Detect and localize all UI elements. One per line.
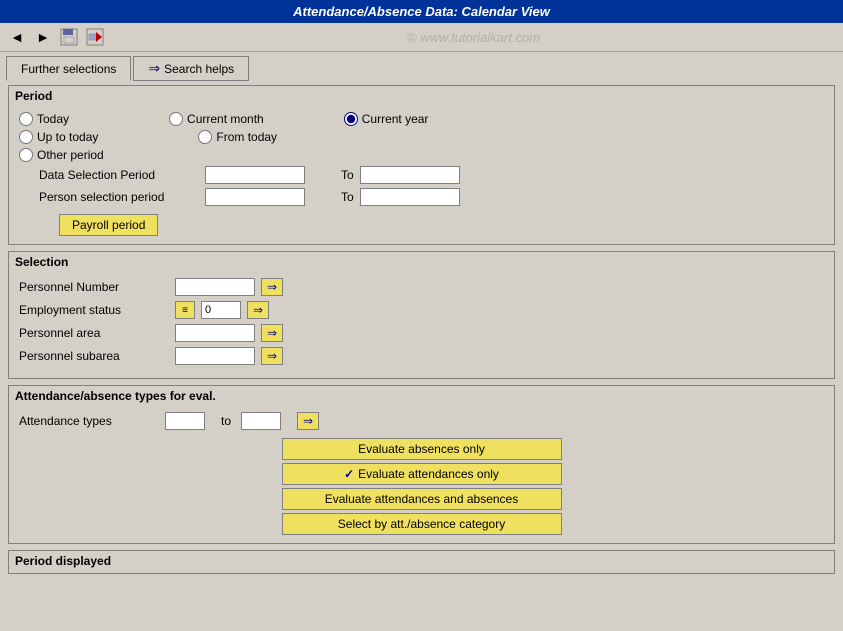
employment-status-icon[interactable]: ≡ <box>175 301 195 319</box>
period-section: Period Today Current month Current year <box>8 85 835 245</box>
tab-search-helps[interactable]: ⇒ Search helps <box>133 56 249 81</box>
personnel-number-row: Personnel Number ⇒ <box>19 278 824 296</box>
employment-status-label: Employment status <box>19 303 169 317</box>
data-selection-to-label: To <box>341 168 354 182</box>
attendance-types-arrow-btn[interactable]: ⇒ <box>297 412 319 430</box>
person-selection-to-input[interactable] <box>360 188 460 206</box>
save-icon[interactable] <box>58 26 80 48</box>
evaluate-attendances-only-label: Evaluate attendances only <box>358 467 499 481</box>
radio-current-year[interactable]: Current year <box>344 112 429 126</box>
period-row-1: Today Current month Current year <box>19 112 824 126</box>
select-by-att-absence-category-label: Select by att./absence category <box>338 517 505 531</box>
radio-current-month[interactable]: Current month <box>169 112 264 126</box>
tab-bar: Further selections ⇒ Search helps <box>0 52 843 81</box>
personnel-area-input[interactable] <box>175 324 255 342</box>
main-content: Period Today Current month Current year <box>0 81 843 582</box>
personnel-area-row: Personnel area ⇒ <box>19 324 824 342</box>
title-bar: Attendance/Absence Data: Calendar View <box>0 0 843 23</box>
radio-up-to-today[interactable]: Up to today <box>19 130 98 144</box>
radio-from-today-label: From today <box>216 130 277 144</box>
person-selection-label: Person selection period <box>39 190 199 204</box>
tab-further-selections-label: Further selections <box>21 62 116 76</box>
period-displayed-title: Period displayed <box>15 554 111 568</box>
period-section-content: Today Current month Current year <box>9 106 834 244</box>
data-selection-row: Data Selection Period To <box>19 166 824 184</box>
attendance-types-label: Attendance types <box>19 414 159 428</box>
radio-other-period[interactable]: Other period <box>19 148 104 162</box>
employment-status-input[interactable] <box>201 301 241 319</box>
data-selection-from-input[interactable] <box>205 166 305 184</box>
personnel-subarea-input[interactable] <box>175 347 255 365</box>
attendance-section-title: Attendance/absence types for eval. <box>9 386 834 406</box>
window-title: Attendance/Absence Data: Calendar View <box>293 4 550 19</box>
employment-status-row: Employment status ≡ ⇒ <box>19 301 824 319</box>
back-icon[interactable]: ◄ <box>6 26 28 48</box>
evaluate-attendances-and-absences-label: Evaluate attendances and absences <box>325 492 518 506</box>
personnel-subarea-row: Personnel subarea ⇒ <box>19 347 824 365</box>
eval-buttons-container: Evaluate absences only ✓ Evaluate attend… <box>19 438 824 535</box>
tab-search-helps-arrow: ⇒ <box>148 60 160 77</box>
payroll-period-button[interactable]: Payroll period <box>59 214 158 236</box>
radio-today-label: Today <box>37 112 69 126</box>
radio-up-to-today-label: Up to today <box>37 130 98 144</box>
radio-up-to-today-input[interactable] <box>19 130 33 144</box>
personnel-subarea-arrow-btn[interactable]: ⇒ <box>261 347 283 365</box>
personnel-area-arrow-btn[interactable]: ⇒ <box>261 324 283 342</box>
forward-icon[interactable]: ► <box>32 26 54 48</box>
evaluate-absences-only-button[interactable]: Evaluate absences only <box>282 438 562 460</box>
evaluate-attendances-and-absences-button[interactable]: Evaluate attendances and absences <box>282 488 562 510</box>
radio-other-period-input[interactable] <box>19 148 33 162</box>
radio-current-month-input[interactable] <box>169 112 183 126</box>
person-selection-row: Person selection period To <box>19 188 824 206</box>
watermark: © www.tutorialkart.com <box>110 30 837 45</box>
attendance-types-from-input[interactable] <box>165 412 205 430</box>
radio-from-today-input[interactable] <box>198 130 212 144</box>
radio-from-today[interactable]: From today <box>198 130 277 144</box>
radio-current-year-label: Current year <box>362 112 429 126</box>
tab-further-selections[interactable]: Further selections <box>6 56 131 81</box>
attendance-types-row: Attendance types to ⇒ <box>19 412 824 430</box>
personnel-number-input[interactable] <box>175 278 255 296</box>
attendance-section: Attendance/absence types for eval. Atten… <box>8 385 835 544</box>
period-row-2: Up to today From today <box>19 130 824 144</box>
personnel-subarea-label: Personnel subarea <box>19 349 169 363</box>
main-window: Attendance/Absence Data: Calendar View ◄… <box>0 0 843 631</box>
radio-current-year-input[interactable] <box>344 112 358 126</box>
personnel-number-label: Personnel Number <box>19 280 169 294</box>
selection-section-title: Selection <box>9 252 834 272</box>
evaluate-attendances-only-button[interactable]: ✓ Evaluate attendances only <box>282 463 562 485</box>
data-selection-label: Data Selection Period <box>39 168 199 182</box>
tab-search-helps-label: Search helps <box>164 62 234 76</box>
evaluate-absences-only-label: Evaluate absences only <box>358 442 485 456</box>
radio-current-month-label: Current month <box>187 112 264 126</box>
toolbar: ◄ ► © www.tutorialkart.com <box>0 23 843 52</box>
data-selection-to-input[interactable] <box>360 166 460 184</box>
radio-other-period-label: Other period <box>37 148 104 162</box>
selection-section-content: Personnel Number ⇒ Employment status ≡ ⇒… <box>9 272 834 378</box>
attendance-types-to-input[interactable] <box>241 412 281 430</box>
period-section-title: Period <box>9 86 834 106</box>
evaluate-attendances-only-checkmark: ✓ <box>344 467 354 481</box>
person-selection-from-input[interactable] <box>205 188 305 206</box>
personnel-area-label: Personnel area <box>19 326 169 340</box>
select-by-att-absence-category-button[interactable]: Select by att./absence category <box>282 513 562 535</box>
payroll-btn-container: Payroll period <box>19 210 824 236</box>
radio-today-input[interactable] <box>19 112 33 126</box>
employment-status-arrow-btn[interactable]: ⇒ <box>247 301 269 319</box>
attendance-section-content: Attendance types to ⇒ Evaluate absences … <box>9 406 834 543</box>
selection-section: Selection Personnel Number ⇒ Employment … <box>8 251 835 379</box>
radio-today[interactable]: Today <box>19 112 69 126</box>
attendance-to-label: to <box>221 414 231 428</box>
exit-icon[interactable] <box>84 26 106 48</box>
period-displayed-section: Period displayed <box>8 550 835 574</box>
person-selection-to-label: To <box>341 190 354 204</box>
period-row-3: Other period <box>19 148 824 162</box>
personnel-number-arrow-btn[interactable]: ⇒ <box>261 278 283 296</box>
